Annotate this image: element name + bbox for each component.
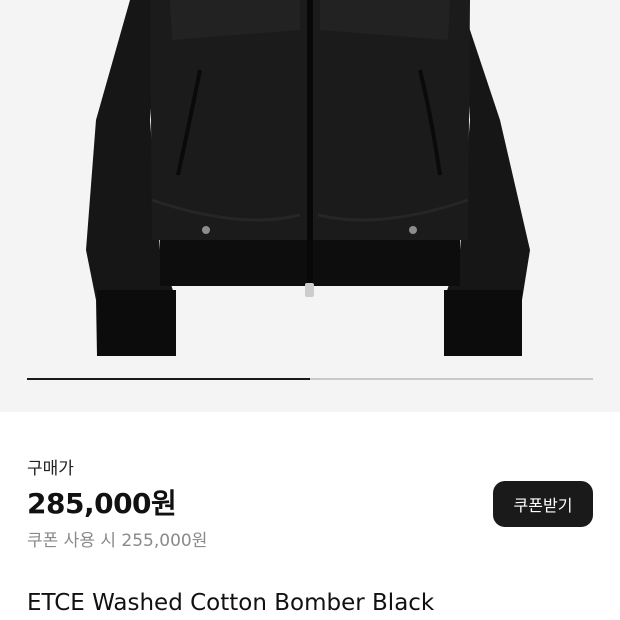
carousel-progress-track	[27, 378, 593, 380]
price-section: 구매가 285,000원 쿠폰 사용 시 255,000원 쿠폰받기 ETCE …	[0, 412, 620, 620]
price-amount: 285,000원	[27, 487, 177, 520]
purchase-price-label: 구매가	[27, 459, 74, 479]
product-title: ETCE Washed Cotton Bomber Black	[27, 590, 435, 616]
coupon-price-text: 쿠폰 사용 시 255,000원	[27, 531, 208, 551]
get-coupon-button[interactable]: 쿠폰받기	[493, 481, 593, 527]
product-photo	[86, 0, 530, 356]
product-image-carousel[interactable]	[0, 0, 620, 412]
carousel-progress-fill	[27, 378, 310, 380]
